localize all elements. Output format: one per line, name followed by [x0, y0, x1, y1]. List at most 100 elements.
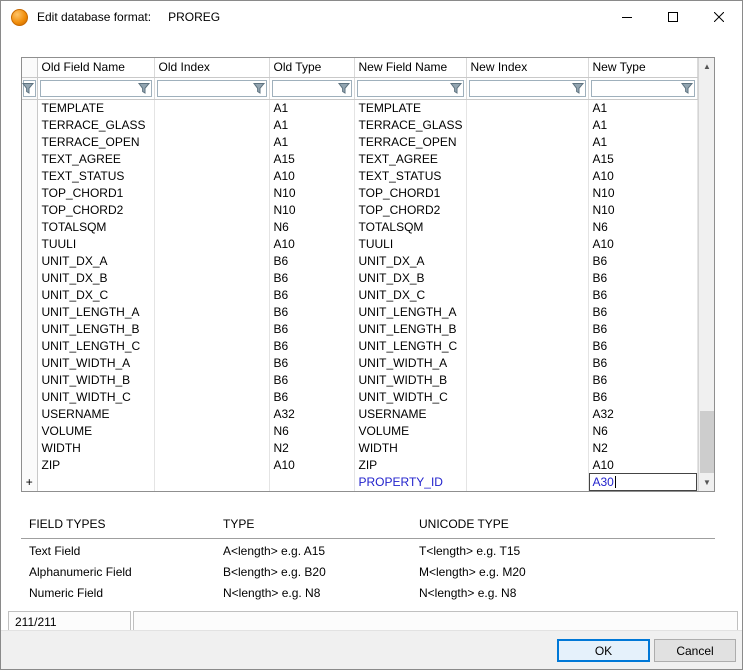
row-header-cell[interactable] — [22, 303, 37, 320]
cell-old-name[interactable]: TEXT_AGREE — [37, 150, 154, 167]
cell-old-type[interactable]: A15 — [269, 150, 354, 167]
cell-old-name[interactable]: UNIT_LENGTH_C — [37, 337, 154, 354]
row-header-cell[interactable] — [22, 167, 37, 184]
cell-old-index[interactable] — [154, 337, 269, 354]
cell-new-index[interactable] — [466, 167, 588, 184]
row-header-cell[interactable] — [22, 388, 37, 405]
scroll-up-arrow[interactable]: ▲ — [699, 58, 716, 75]
cell-new-name[interactable]: TERRACE_OPEN — [354, 133, 466, 150]
cell-old-index[interactable] — [154, 439, 269, 456]
table-row[interactable]: TEMPLATEA1TEMPLATEA1 — [22, 99, 697, 116]
cell-new-type[interactable]: B6 — [588, 371, 697, 388]
row-header-cell[interactable] — [22, 405, 37, 422]
cell-new-type[interactable]: N2 — [588, 439, 697, 456]
cell-new-type[interactable]: N10 — [588, 201, 697, 218]
row-header-cell[interactable] — [22, 218, 37, 235]
table-row[interactable]: WIDTHN2WIDTHN2 — [22, 439, 697, 456]
cell-new-name[interactable]: ZIP — [354, 456, 466, 473]
table-row[interactable]: UNIT_DX_CB6UNIT_DX_CB6 — [22, 286, 697, 303]
cell-old-type[interactable] — [269, 473, 354, 491]
cell-old-type[interactable]: B6 — [269, 354, 354, 371]
cell-new-name[interactable]: TERRACE_GLASS — [354, 116, 466, 133]
cell-new-index[interactable] — [466, 388, 588, 405]
cell-new-type[interactable]: B6 — [588, 269, 697, 286]
filter-input-old-index[interactable] — [157, 80, 267, 97]
cell-new-name[interactable]: UNIT_LENGTH_A — [354, 303, 466, 320]
cell-new-index[interactable] — [466, 201, 588, 218]
row-header-cell[interactable] — [22, 150, 37, 167]
cell-new-index[interactable] — [466, 150, 588, 167]
cell-new-type[interactable]: A10 — [588, 456, 697, 473]
cell-old-name[interactable]: UNIT_WIDTH_C — [37, 388, 154, 405]
row-header-cell[interactable] — [22, 286, 37, 303]
cell-old-index[interactable] — [154, 167, 269, 184]
cell-old-type[interactable]: A1 — [269, 133, 354, 150]
row-header-cell[interactable] — [22, 201, 37, 218]
table-row[interactable]: TEXT_AGREEA15TEXT_AGREEA15 — [22, 150, 697, 167]
filter-input-new-index[interactable] — [469, 80, 586, 97]
cell-new-index[interactable] — [466, 286, 588, 303]
cell-new-name[interactable]: TOP_CHORD2 — [354, 201, 466, 218]
table-row[interactable]: TERRACE_GLASSA1TERRACE_GLASSA1 — [22, 116, 697, 133]
row-header-cell[interactable] — [22, 184, 37, 201]
column-header-new-index[interactable]: New Index — [466, 58, 588, 77]
cell-old-type[interactable]: B6 — [269, 252, 354, 269]
cell-new-name[interactable]: TOTALSQM — [354, 218, 466, 235]
new-field-name-cell[interactable]: PROPERTY_ID — [354, 473, 466, 491]
cell-old-name[interactable]: TEXT_STATUS — [37, 167, 154, 184]
cell-old-index[interactable] — [154, 201, 269, 218]
cell-old-index[interactable] — [154, 371, 269, 388]
cell-new-name[interactable]: UNIT_DX_C — [354, 286, 466, 303]
cell-old-type[interactable]: A10 — [269, 167, 354, 184]
row-header-cell[interactable] — [22, 133, 37, 150]
cell-old-name[interactable]: UNIT_DX_C — [37, 286, 154, 303]
cell-old-type[interactable]: B6 — [269, 388, 354, 405]
cell-old-index[interactable] — [154, 116, 269, 133]
table-row[interactable]: UNIT_WIDTH_AB6UNIT_WIDTH_AB6 — [22, 354, 697, 371]
table-row[interactable]: TOP_CHORD2N10TOP_CHORD2N10 — [22, 201, 697, 218]
row-header-cell[interactable] — [22, 337, 37, 354]
table-row[interactable]: UNIT_LENGTH_AB6UNIT_LENGTH_AB6 — [22, 303, 697, 320]
cell-new-name[interactable]: USERNAME — [354, 405, 466, 422]
cell-new-type[interactable]: N10 — [588, 184, 697, 201]
cell-old-name[interactable]: UNIT_LENGTH_A — [37, 303, 154, 320]
cell-old-name[interactable]: TOP_CHORD2 — [37, 201, 154, 218]
new-type-editbox[interactable]: A30 — [589, 473, 697, 491]
column-header-new-field-name[interactable]: New Field Name — [354, 58, 466, 77]
cell-new-name[interactable]: UNIT_LENGTH_C — [354, 337, 466, 354]
cell-old-name[interactable]: TOP_CHORD1 — [37, 184, 154, 201]
cell-new-type[interactable]: N6 — [588, 422, 697, 439]
close-button[interactable] — [696, 1, 742, 33]
cell-old-name[interactable]: USERNAME — [37, 405, 154, 422]
scrollbar-thumb[interactable] — [700, 411, 715, 473]
row-header-cell[interactable] — [22, 456, 37, 473]
cell-old-index[interactable] — [154, 320, 269, 337]
table-row[interactable]: VOLUMEN6VOLUMEN6 — [22, 422, 697, 439]
cell-new-index[interactable] — [466, 303, 588, 320]
maximize-button[interactable] — [650, 1, 696, 33]
cell-old-type[interactable]: B6 — [269, 269, 354, 286]
cell-new-index[interactable] — [466, 218, 588, 235]
cell-new-name[interactable]: UNIT_LENGTH_B — [354, 320, 466, 337]
cell-old-index[interactable] — [154, 473, 269, 491]
table-row[interactable]: UNIT_DX_AB6UNIT_DX_AB6 — [22, 252, 697, 269]
cell-old-type[interactable]: B6 — [269, 371, 354, 388]
cell-new-index[interactable] — [466, 422, 588, 439]
cell-old-name[interactable]: TERRACE_GLASS — [37, 116, 154, 133]
table-row[interactable]: UNIT_LENGTH_BB6UNIT_LENGTH_BB6 — [22, 320, 697, 337]
cell-new-index[interactable] — [466, 371, 588, 388]
cell-old-name[interactable]: TERRACE_OPEN — [37, 133, 154, 150]
cell-old-type[interactable]: N6 — [269, 422, 354, 439]
cell-old-index[interactable] — [154, 286, 269, 303]
new-field-row[interactable]: +PROPERTY_IDA30 — [22, 473, 697, 491]
table-row[interactable]: TOP_CHORD1N10TOP_CHORD1N10 — [22, 184, 697, 201]
cell-old-index[interactable] — [154, 354, 269, 371]
cell-old-index[interactable] — [154, 303, 269, 320]
cell-new-type[interactable]: A1 — [588, 133, 697, 150]
cell-new-name[interactable]: TOP_CHORD1 — [354, 184, 466, 201]
row-header-cell[interactable] — [22, 422, 37, 439]
cell-old-index[interactable] — [154, 235, 269, 252]
cell-new-type[interactable]: A10 — [588, 235, 697, 252]
ok-button[interactable]: OK — [557, 639, 650, 662]
cell-new-type[interactable]: N6 — [588, 218, 697, 235]
